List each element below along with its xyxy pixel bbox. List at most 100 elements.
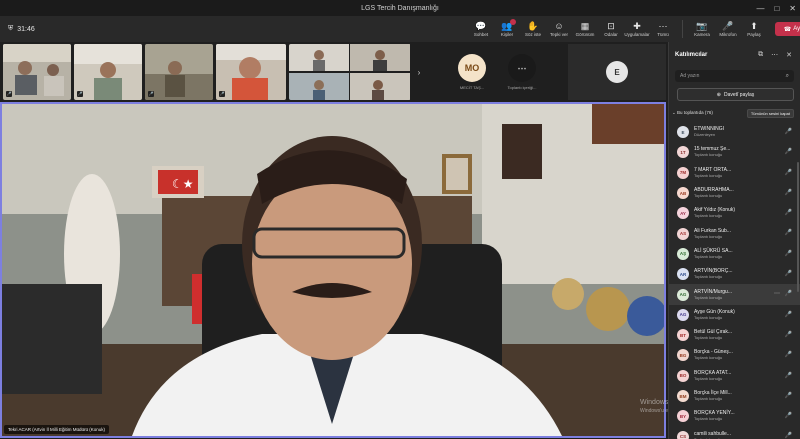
mic-off-icon: 🎤 [784, 392, 792, 399]
toolbar-button-share[interactable]: ⬆ Paylaş [743, 21, 765, 37]
participant-row[interactable]: 1T 15 temmuz Şe... Toplantı konuğu 🎤 [669, 142, 800, 162]
participant-info: ETWINNINGI Düzenleyen [694, 126, 724, 138]
mic-off-icon: 🎤 [784, 352, 792, 359]
participant-role: Toplantı konuğu [694, 253, 723, 259]
toolbar-button-rooms[interactable]: ⊡ Odalar [600, 21, 622, 37]
toolbar-button-mic-off[interactable]: 🎤 Mikrofon [717, 21, 739, 37]
participant-row[interactable]: 7M 7 MART ORTA... Toplantı konuğu 🎤 [669, 163, 800, 183]
participant-role: Toplantı konuğu [694, 294, 723, 300]
share-invite-button[interactable]: ⊕ Davetî paylaş [677, 88, 794, 101]
participant-row[interactable]: E ETWINNINGI Düzenleyen 🎤 [669, 122, 800, 142]
mic-off-icon: 🎤 [784, 311, 792, 318]
mic-off-icon: 🎤 [784, 271, 792, 278]
participant-row[interactable]: CS camili sahbulle...Toplantı konuğu 🎤 [669, 426, 800, 439]
participant-info: Borçka - Güneş... Toplantı konuğu [694, 349, 733, 361]
participant-info: 7 MART ORTA... Toplantı konuğu [694, 167, 731, 179]
more-options-icon[interactable]: ⋯ [771, 51, 778, 59]
toolbar-button-view[interactable]: ▦ Görünüm [574, 21, 596, 37]
participant-row[interactable]: AS Ali Furkan Sub... Toplantı konuğu 🎤 [669, 223, 800, 243]
participant-row[interactable]: BG Borçka - Güneş... Toplantı konuğu 🎤 [669, 345, 800, 365]
in-meeting-section[interactable]: ⌄ Bu toplantıda (76) Tümünün sesini kapa… [669, 107, 800, 119]
video-feed [216, 44, 286, 100]
toolbar-button-raise-hand[interactable]: ✋ Söz iste [522, 21, 544, 37]
toolbar-label: Uygulamalar [624, 32, 650, 37]
participant-info: Borçka İlçe Mill... Toplantı konuğu [694, 390, 732, 402]
avatar-tile[interactable]: ⋯ Toplantı içeriği... [500, 44, 544, 100]
react-icon: ☺ [554, 21, 564, 31]
mic-off-icon: 🎤 [784, 169, 792, 176]
video-tile[interactable]: 🎤 [74, 44, 142, 100]
avatar-label: MECİT TAŞ... [459, 85, 485, 90]
participant-role: Toplantı konuğu [694, 396, 723, 401]
video-feed [145, 44, 213, 100]
toolbar-label: Söz iste [524, 32, 541, 37]
avatar-tile[interactable]: MO MECİT TAŞ... [450, 44, 494, 100]
participant-row[interactable]: BT Betül Gül Çırak... Toplantı konuğu 🎤 [669, 325, 800, 345]
chevron-right-icon[interactable]: › [414, 68, 424, 77]
toolbar-button-people[interactable]: 👥 Kişiler [496, 19, 518, 37]
participant-row[interactable]: AŞ ALİ ŞÜKRÜ SA... Toplantı konuğu 🎤 [669, 244, 800, 264]
participant-role: Toplantı konuğu [694, 193, 723, 199]
raise-hand-icon: ✋ [527, 21, 539, 31]
video-tile-grid[interactable] [289, 44, 411, 100]
participant-info: camili sahbulle...Toplantı konuğu [694, 431, 731, 439]
participant-row[interactable]: BM Borçka İlçe Mill... Toplantı konuğu 🎤 [669, 386, 800, 406]
video-tile[interactable]: 🎤 [3, 44, 71, 100]
participant-role: Toplantı konuğu [694, 314, 723, 320]
participant-info: ALİ ŞÜKRÜ SA... Toplantı konuğu [694, 248, 733, 260]
participant-role: Toplantı konuğu [694, 416, 723, 422]
participant-row[interactable]: AY Akif Yıldız (Konuk) Toplantı konuğu 🎤 [669, 203, 800, 223]
toolbar-button-camera-off[interactable]: 📷 Kamera [691, 21, 713, 37]
avatar-tile[interactable]: E [568, 44, 666, 100]
toolbar-button-chat[interactable]: 💬 Sohbet [470, 21, 492, 37]
video-feed [3, 44, 71, 100]
avatar: BM [677, 390, 689, 402]
meeting-toolbar: ⛨ 31:46 💬 Sohbet 👥 Kişiler ✋ Söz iste ☺ Tepki v… [0, 16, 800, 42]
participant-row[interactable]: AG ARTVİN/Murgu... Toplantı konuğu ⋯ 🎤 [669, 284, 800, 305]
mic-off-icon: 🎤 [219, 91, 225, 97]
mic-off-icon: 🎤 [148, 91, 154, 97]
chat-icon: 💬 [475, 21, 487, 31]
toolbar-label: Kamera [694, 32, 710, 37]
avatar: AY [677, 207, 689, 220]
main-video-feed: ☾★ [2, 104, 664, 436]
video-feed [289, 72, 349, 100]
video-feed [289, 44, 349, 71]
participant-info: Betül Gül Çırak... Toplantı konuğu [694, 329, 732, 341]
toolbar-label: Tepki ver [549, 32, 568, 37]
toolbar-button-more[interactable]: ⋯ Tümü [652, 21, 674, 37]
avatar: BY [677, 410, 689, 423]
apps-icon: ✚ [633, 21, 641, 31]
maximize-button[interactable]: □ [774, 4, 779, 13]
avatar: 1T [677, 146, 689, 159]
video-tile[interactable]: 🎤 [216, 44, 286, 100]
meeting-timer: ⛨ 31:46 [8, 25, 35, 33]
more-icon: ⋯ [658, 21, 668, 31]
participant-info: Ayşe Gün (Konuk) Toplantı konuğu [694, 309, 735, 321]
participant-row[interactable]: AR ARTVİN(BORÇ... Toplantı konuğu 🎤 [669, 264, 800, 284]
participant-row[interactable]: BY BORÇKA YENİY... Toplantı konuğu 🎤 [669, 406, 800, 426]
panel-scrollbar[interactable] [797, 162, 799, 292]
participant-role: Toplantı konuğu [694, 274, 723, 280]
video-tile[interactable]: 🎤 [145, 44, 213, 100]
toolbar-button-apps[interactable]: ✚ Uygulamalar [624, 21, 650, 37]
close-button[interactable]: ✕ [789, 4, 796, 13]
main-video-stage[interactable]: ☾★ Tekri ACAR (Artvin İl Milli Eğitim Mü… [0, 102, 666, 438]
leave-button[interactable]: ☎Ayrıl⌄ [775, 22, 800, 36]
more-options-icon[interactable]: ⋯ [774, 290, 780, 297]
toolbar-button-react[interactable]: ☺ Tepki ver [548, 21, 570, 37]
close-icon[interactable]: ✕ [786, 51, 792, 59]
participant-row[interactable]: BO BORÇKA ATAT... Toplantı konuğu 🎤 [669, 366, 800, 386]
share-invite-label: Davetî paylaş [723, 91, 755, 98]
participant-row[interactable]: AB ABDURRAHMA... Toplantı konuğu 🎤 [669, 183, 800, 203]
minimize-button[interactable]: — [756, 4, 764, 13]
participant-info: 15 temmuz Şe... Toplantı konuğu [694, 146, 730, 158]
participant-row[interactable]: AG Ayşe Gün (Konuk) Toplantı konuğu 🎤 [669, 305, 800, 325]
search-input[interactable] [680, 73, 770, 79]
participant-info: BORÇKA YENİY... Toplantı konuğu [694, 410, 735, 422]
toolbar-divider [682, 20, 683, 38]
shield-icon: ⛨ [8, 25, 14, 32]
video-feed [350, 44, 410, 71]
mute-all-button[interactable]: Tümünün sesini kapat [746, 108, 794, 118]
popout-icon[interactable]: ⧉ [758, 51, 763, 59]
